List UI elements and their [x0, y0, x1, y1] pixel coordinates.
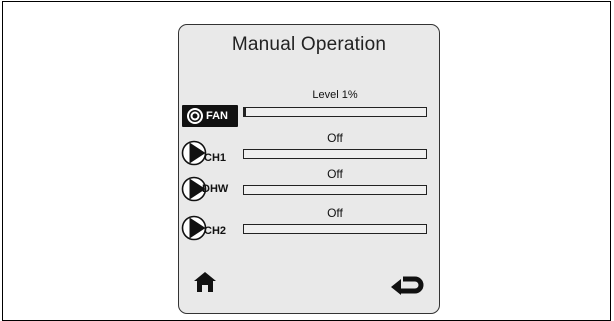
ch2-row: Off CH2 — [179, 206, 439, 246]
fan-level-fill — [244, 108, 246, 116]
ch2-status-label: Off — [327, 206, 343, 220]
dhw-level-bar — [243, 185, 427, 195]
dhw-label: DHW — [202, 183, 229, 195]
device-screen: Manual Operation Level 1% FAN Off CH1 Of… — [178, 24, 440, 314]
ch1-label: CH1 — [204, 152, 227, 164]
fan-button[interactable]: FAN — [182, 105, 238, 127]
dhw-status-label: Off — [327, 167, 343, 181]
ch2-level-bar — [243, 224, 427, 234]
fan-label: FAN — [206, 110, 228, 122]
screen-title: Manual Operation — [231, 34, 387, 55]
ch1-row: Off CH1 — [179, 131, 439, 171]
ch1-level-bar — [243, 149, 427, 159]
fan-level-bar — [243, 107, 427, 117]
dhw-row: Off DHW — [179, 167, 439, 207]
ch2-label: CH2 — [204, 225, 227, 237]
fan-level-label: Level 1% — [312, 89, 358, 101]
fan-row: Level 1% FAN — [179, 89, 439, 129]
return-arrow-icon[interactable] — [389, 271, 425, 295]
ch1-status-label: Off — [327, 131, 343, 145]
fan-icon — [187, 108, 203, 124]
home-icon[interactable] — [193, 271, 217, 293]
